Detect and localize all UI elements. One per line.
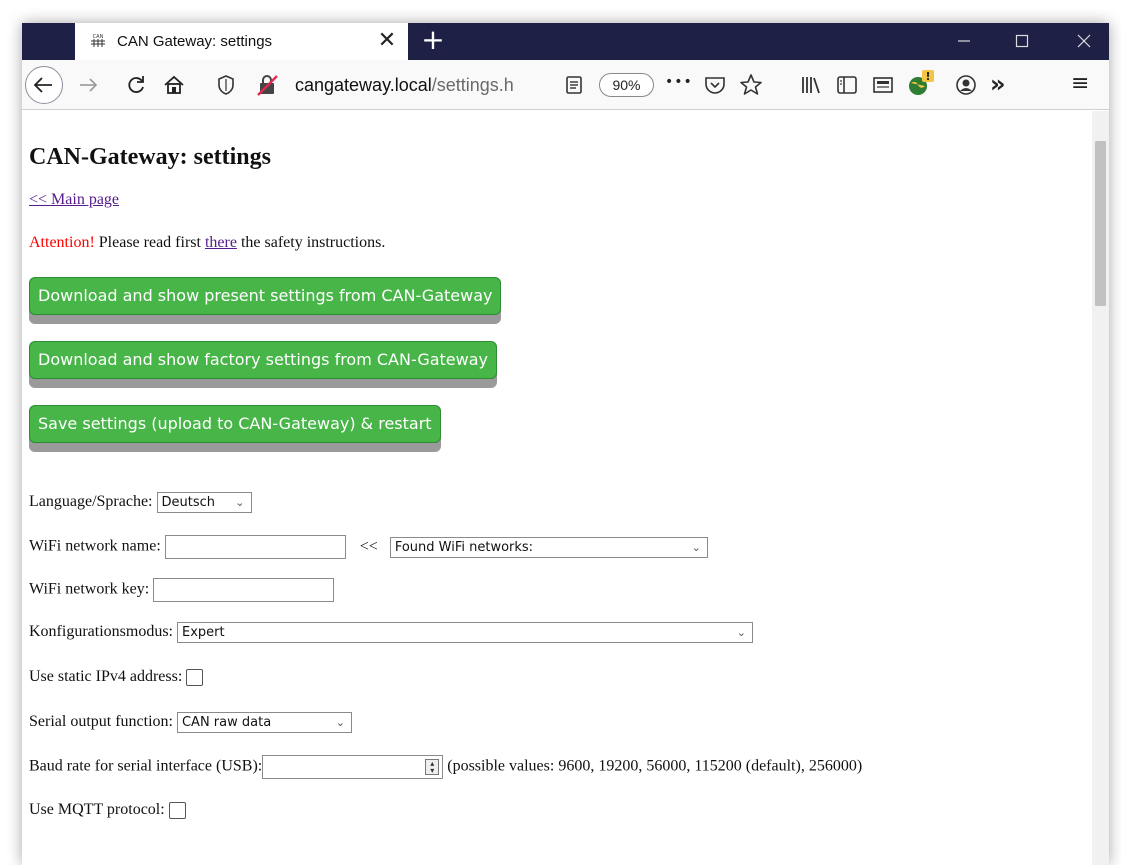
wifi-name-input[interactable] (164, 535, 346, 559)
minimize-icon (958, 40, 970, 42)
maximize-button[interactable] (998, 23, 1046, 60)
back-arrow-icon (33, 77, 52, 93)
download-factory-settings-button[interactable]: Download and show factory settings from … (29, 341, 498, 379)
tracking-protection-shield-icon[interactable] (215, 73, 237, 101)
serial-output-select-value: CAN raw data (181, 715, 272, 730)
chevron-down-icon: ⌄ (691, 540, 701, 554)
config-mode-row: Konfigurationsmodus: Expert ⌄ (29, 622, 753, 643)
attention-label: Attention! (29, 234, 95, 251)
url-bar[interactable]: cangateway.local/settings.h 90% (207, 67, 654, 103)
screenshot-icon (873, 77, 893, 93)
new-tab-button[interactable]: + (420, 26, 446, 54)
chevron-down-icon: ⌄ (736, 626, 746, 639)
found-wifi-networks-select[interactable]: Found WiFi networks: ⌄ (389, 536, 708, 558)
reload-icon (128, 76, 144, 93)
minimize-button[interactable] (940, 23, 988, 60)
page-content: CAN-Gateway: settings << Main page Atten… (29, 111, 1089, 865)
bookmark-star-button[interactable] (738, 72, 764, 98)
static-ip-label: Use static IPv4 address: (29, 668, 183, 685)
pocket-icon (705, 77, 725, 94)
page-actions-more-icon[interactable]: ••• (665, 74, 695, 100)
navigation-toolbar: cangateway.local/settings.h 90% ••• ! » (22, 60, 1109, 110)
config-mode-select[interactable]: Expert ⌄ (177, 622, 753, 643)
hamburger-menu-icon[interactable]: ≡ (1071, 72, 1097, 98)
page-title: CAN-Gateway: settings (29, 144, 271, 170)
wifi-key-input[interactable] (153, 578, 335, 602)
chevron-down-icon: ⌄ (335, 716, 345, 729)
reload-button[interactable] (123, 72, 149, 98)
static-ip-checkbox[interactable] (186, 668, 204, 686)
maximize-icon (1015, 34, 1029, 48)
baud-rate-row: Baud rate for serial interface (USB): ▴ ▾ … (29, 755, 862, 779)
scrollbar-thumb[interactable] (1095, 141, 1106, 306)
library-button[interactable] (798, 72, 824, 98)
wifi-key-label: WiFi network key: (29, 580, 150, 598)
attention-text-pre: Please read first (94, 234, 205, 251)
download-present-settings-button[interactable]: Download and show present settings from … (29, 277, 502, 315)
url-text[interactable]: cangateway.local/settings.h (295, 75, 565, 96)
static-ip-row: Use static IPv4 address: (29, 668, 204, 686)
screenshot-extension-button[interactable] (870, 72, 896, 98)
insecure-connection-icon[interactable] (255, 73, 281, 101)
mqtt-checkbox[interactable] (168, 801, 186, 819)
wifi-fill-arrow: << (359, 537, 378, 555)
sidebar-button[interactable] (834, 72, 860, 98)
wifi-name-row: WiFi network name: << Found WiFi network… (29, 535, 708, 559)
svg-text:!: ! (925, 70, 930, 83)
window-close-button[interactable] (1060, 23, 1108, 60)
language-select[interactable]: Deutsch ⌄ (156, 492, 252, 513)
forward-arrow-icon (80, 78, 98, 92)
extension-alert-button[interactable]: ! (906, 68, 938, 100)
chevron-down-icon: ⌄ (235, 496, 245, 509)
account-button[interactable] (953, 72, 979, 98)
language-label: Language/Sprache: (29, 493, 153, 511)
extension-globe-icon: ! (909, 70, 934, 95)
safety-instructions-link[interactable]: there (205, 234, 237, 251)
baud-rate-label: Baud rate for serial interface (USB): (29, 757, 263, 775)
pocket-button[interactable] (702, 72, 728, 98)
language-row: Language/Sprache: Deutsch ⌄ (29, 492, 252, 513)
serial-output-row: Serial output function: CAN raw data ⌄ (29, 712, 352, 733)
attention-text-post: the safety instructions. (236, 234, 386, 251)
found-wifi-select-value: Found WiFi networks: (394, 539, 534, 555)
config-mode-label: Konfigurationsmodus: (29, 623, 173, 641)
home-button[interactable] (161, 72, 187, 98)
tab-title: CAN Gateway: settings (117, 33, 273, 50)
vertical-scrollbar[interactable] (1092, 111, 1109, 865)
serial-output-label: Serial output function: (29, 713, 173, 731)
main-page-line: << Main page (29, 191, 119, 209)
reader-view-icon[interactable] (563, 73, 585, 101)
home-icon (164, 75, 184, 94)
favicon-icon: CAN (89, 33, 107, 49)
serial-output-select[interactable]: CAN raw data ⌄ (176, 712, 352, 733)
overflow-menu-icon[interactable]: » (990, 72, 1016, 98)
baud-rate-hint: (possible values: 9600, 19200, 56000, 11… (447, 757, 863, 775)
browser-tab[interactable]: CAN CAN Gateway: settings ✕ (75, 23, 408, 60)
main-page-link[interactable]: << Main page (29, 191, 119, 208)
browser-window: CAN CAN Gateway: settings ✕ + cangateway… (22, 23, 1109, 865)
account-icon (956, 75, 976, 95)
library-icon (802, 77, 820, 94)
config-mode-select-value: Expert (182, 625, 225, 640)
language-select-value: Deutsch (161, 495, 216, 510)
url-path: /settings.h (431, 75, 514, 95)
sidebar-icon (837, 76, 857, 94)
zoom-level-button[interactable]: 90% (599, 73, 654, 97)
mqtt-label: Use MQTT protocol: (29, 801, 165, 818)
url-host: cangateway.local (295, 75, 432, 95)
baud-rate-input[interactable]: ▴ ▾ (262, 755, 444, 779)
wifi-key-row: WiFi network key: (29, 578, 335, 602)
save-and-restart-button[interactable]: Save settings (upload to CAN-Gateway) & … (29, 405, 441, 443)
star-icon (740, 74, 762, 95)
tab-close-icon[interactable]: ✕ (376, 30, 398, 52)
forward-button[interactable] (75, 72, 101, 98)
back-button[interactable] (25, 66, 63, 104)
wifi-name-label: WiFi network name: (29, 537, 161, 555)
window-close-icon (1077, 34, 1091, 48)
tab-strip: CAN CAN Gateway: settings ✕ + (22, 23, 1109, 60)
mqtt-row: Use MQTT protocol: (29, 801, 186, 819)
spinner-arrows-icon[interactable]: ▴ ▾ (425, 759, 440, 775)
attention-line: Attention! Please read first there the s… (29, 234, 385, 252)
